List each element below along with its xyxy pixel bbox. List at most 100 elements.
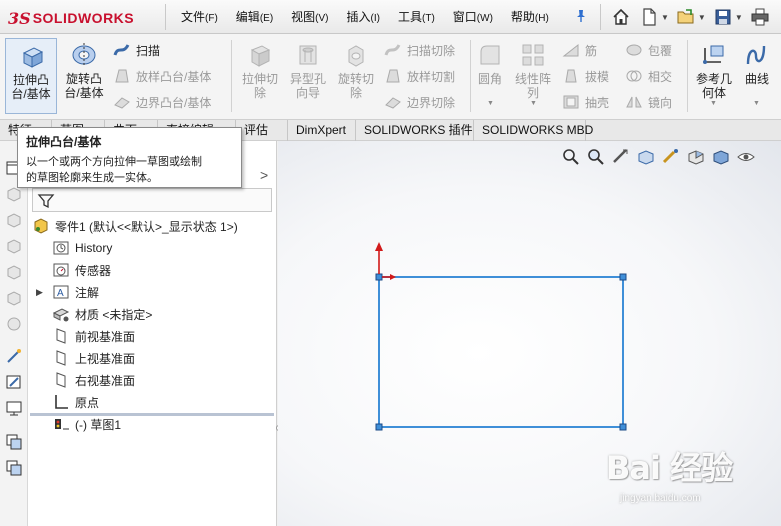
logo-text: SOLIDWORKS (32, 10, 135, 26)
draft-icon (565, 69, 577, 83)
chevron-down-icon[interactable]: ▼ (530, 100, 537, 107)
chevron-down-icon[interactable]: ▼ (735, 13, 743, 22)
rib-button[interactable]: 筋 (562, 40, 597, 60)
sketch-rectangle[interactable] (378, 276, 624, 428)
tab-evaluate[interactable]: 评估 (236, 120, 288, 141)
chevron-down-icon[interactable]: ▼ (698, 13, 706, 22)
tab-dimxpert[interactable]: DimXpert (288, 120, 356, 141)
pin-icon[interactable] (574, 9, 588, 23)
edit-sketch-icon[interactable] (5, 373, 23, 391)
boundary-boss-button[interactable]: 边界凸台/基体 (113, 92, 211, 112)
loft-boss-button[interactable]: 放样凸台/基体 (113, 66, 211, 86)
cube-icon[interactable] (5, 263, 23, 281)
material-icon (52, 308, 70, 322)
tree-item-sensors[interactable]: 传感器 (52, 260, 111, 280)
plane-icon (56, 328, 66, 344)
tab-solidworks-addins[interactable]: SOLIDWORKS 插件 (356, 120, 474, 141)
shell-button[interactable]: 抽壳 (562, 92, 609, 112)
command-manager-ribbon: 拉伸凸 台/基体 旋转凸 台/基体 扫描 放样凸台/基体 边界凸台/基体 拉伸切… (0, 34, 781, 120)
sweep-button[interactable]: 扫描 (113, 40, 160, 60)
hole-wizard-button[interactable]: 异型孔 向导 (282, 38, 334, 114)
tree-item-sketch1[interactable]: (-) 草图1 (52, 414, 121, 434)
save-icon[interactable] (712, 6, 734, 28)
intersect-label: 相交 (648, 69, 673, 84)
smart-select-icon[interactable] (5, 347, 23, 365)
menu-help[interactable]: 帮助(H) (502, 8, 558, 25)
watermark-text: Bai 经验 (606, 449, 733, 487)
filter-icon[interactable] (37, 192, 55, 210)
intersect-button[interactable]: 相交 (625, 66, 672, 86)
tree-item-material[interactable]: 材质 <未指定> (52, 304, 152, 324)
tab-solidworks-mbd[interactable]: SOLIDWORKS MBD (474, 120, 593, 141)
revolve-boss-button[interactable]: 旋转凸 台/基体 (58, 38, 110, 114)
copy-icon[interactable] (5, 433, 23, 451)
hole-wizard-label: 异型孔 向导 (289, 72, 326, 100)
open-folder-icon[interactable] (675, 6, 697, 28)
mirror-button[interactable]: 镜向 (625, 92, 672, 112)
sphere-icon[interactable] (5, 315, 23, 333)
shell-label: 抽壳 (585, 95, 610, 110)
wrap-icon (626, 44, 642, 56)
swept-cut-icon (384, 44, 401, 56)
tree-item-history[interactable]: History (52, 238, 112, 258)
plane-icon (56, 372, 66, 388)
chevron-down-icon[interactable]: ▼ (661, 13, 669, 22)
revolve-boss-label: 旋转凸 台/基体 (64, 72, 104, 100)
filter-input[interactable] (32, 188, 272, 212)
lofted-cut-icon (386, 69, 400, 83)
revolve-cut-icon (348, 45, 364, 67)
tree-item-label: History (75, 241, 113, 255)
divider (600, 4, 601, 30)
sketch-vertex[interactable] (619, 423, 627, 431)
copy-icon[interactable] (5, 459, 23, 477)
rib-icon (562, 43, 579, 57)
cube-icon[interactable] (5, 237, 23, 255)
menu-insert[interactable]: 插入(I) (338, 8, 389, 25)
lofted-cut-label: 放样切割 (407, 69, 456, 84)
draft-button[interactable]: 拔模 (562, 66, 609, 86)
tree-item-label: 前视基准面 (75, 329, 136, 344)
logo-mark: 3S (8, 8, 31, 28)
tree-item-front-plane[interactable]: 前视基准面 (52, 326, 135, 346)
menu-view[interactable]: 视图(V) (282, 8, 337, 25)
home-icon[interactable] (610, 6, 632, 28)
menu-edit[interactable]: 编辑(E) (227, 8, 282, 25)
extrude-boss-button[interactable]: 拉伸凸 台/基体 (5, 38, 57, 114)
tree-item-top-plane[interactable]: 上视基准面 (52, 348, 135, 368)
extrude-cut-button[interactable]: 拉伸切 除 (234, 38, 286, 114)
tree-item-origin[interactable]: 原点 (52, 392, 99, 412)
wrap-button[interactable]: 包覆 (625, 40, 672, 60)
new-document-icon[interactable] (638, 6, 660, 28)
curves-label: 曲线 (744, 72, 769, 86)
revolve-cut-button[interactable]: 旋转切 除 (330, 38, 382, 114)
tree-item-right-plane[interactable]: 右视基准面 (52, 370, 135, 390)
menu-file[interactable]: 文件(F) (172, 8, 227, 25)
chevron-down-icon[interactable]: ▼ (487, 100, 494, 107)
cube-icon[interactable] (5, 289, 23, 307)
mirror-icon (626, 96, 642, 108)
chevron-down-icon[interactable]: ▼ (753, 100, 760, 107)
left-toolbar (0, 141, 28, 526)
tree-root-part[interactable]: 零件1 (默认<<默认>_显示状态 1>) (32, 216, 238, 236)
menu-window[interactable]: 窗口(W) (444, 8, 502, 25)
chevron-right-icon[interactable]: > (260, 167, 268, 183)
lofted-cut-button[interactable]: 放样切割 (384, 66, 455, 86)
sketch-vertex[interactable] (375, 273, 383, 281)
tree-item-annotations[interactable]: A 注解 (52, 282, 99, 302)
sketch-vertex[interactable] (375, 423, 383, 431)
expand-arrow-icon[interactable]: ▶ (36, 287, 43, 298)
cube-icon[interactable] (5, 211, 23, 229)
display-icon[interactable] (5, 399, 23, 417)
swept-cut-button[interactable]: 扫描切除 (384, 40, 455, 60)
menu-tools[interactable]: 工具(T) (389, 8, 444, 25)
linear-pattern-icon (522, 44, 544, 66)
history-folder-icon (53, 241, 69, 255)
boundary-cut-button[interactable]: 边界切除 (384, 92, 455, 112)
sketch-vertex[interactable] (619, 273, 627, 281)
sketch-icon (55, 419, 69, 430)
graphics-area[interactable]: Bai 经验 jingyan.baidu.com (278, 141, 781, 526)
draft-label: 拔模 (585, 69, 610, 84)
solidworks-logo[interactable]: 3S SOLIDWORKS (8, 6, 156, 30)
print-icon[interactable] (749, 6, 771, 28)
chevron-down-icon[interactable]: ▼ (710, 100, 717, 107)
